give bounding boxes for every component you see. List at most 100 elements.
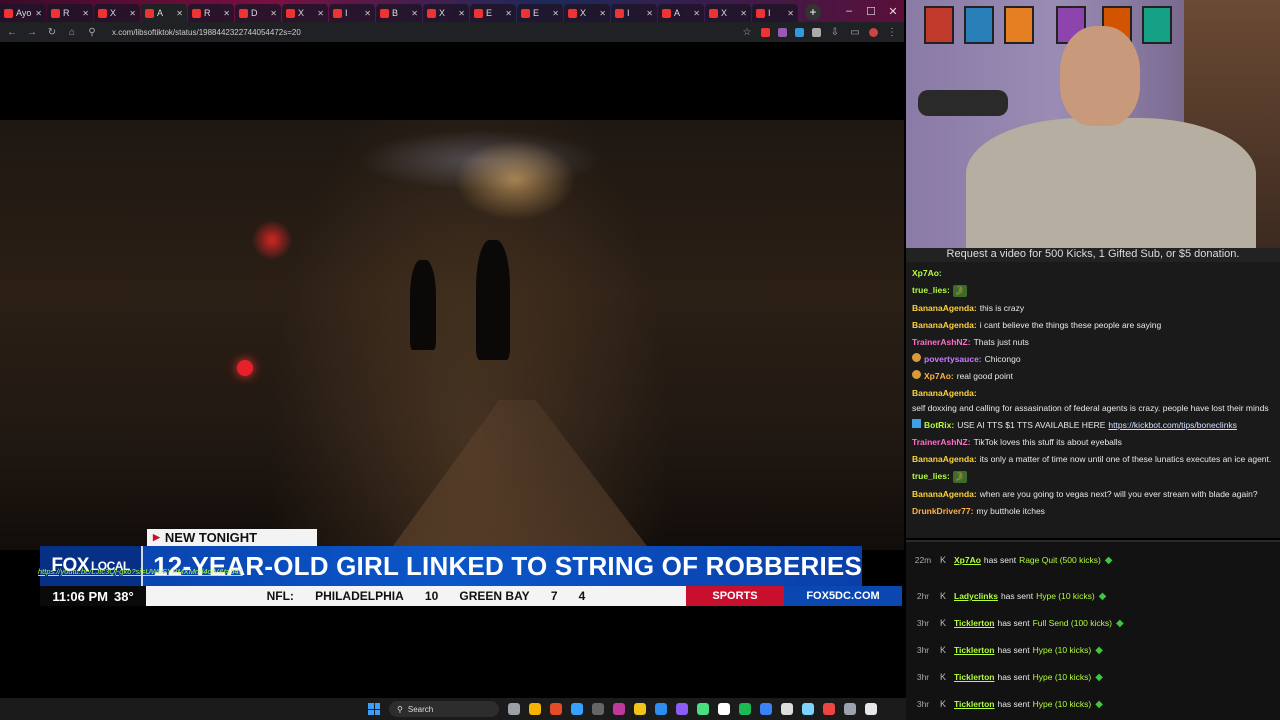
close-button[interactable]: ✕ bbox=[882, 0, 904, 22]
feed-username[interactable]: Ticklerton bbox=[954, 645, 994, 655]
browser-tab[interactable]: X ✕ bbox=[94, 4, 140, 22]
taskbar-app-icon[interactable] bbox=[529, 703, 541, 715]
extension-icon[interactable] bbox=[778, 27, 787, 37]
browser-tab[interactable]: Ayo ✕ bbox=[0, 4, 46, 22]
browser-tab[interactable]: I ✕ bbox=[752, 4, 798, 22]
chat-username[interactable]: TrainerAshNZ: bbox=[912, 336, 971, 348]
taskbar-app-icon[interactable] bbox=[844, 703, 856, 715]
chat-username[interactable]: BananaAgenda: bbox=[912, 302, 977, 314]
taskbar-app-icon[interactable] bbox=[781, 703, 793, 715]
feed-username[interactable]: Ticklerton bbox=[954, 699, 994, 709]
tab-close-icon[interactable]: ✕ bbox=[223, 9, 230, 18]
bookmark-star-icon[interactable]: ☆ bbox=[741, 27, 753, 38]
taskbar: ⚲ Search bbox=[0, 698, 906, 720]
tab-close-icon[interactable]: ✕ bbox=[35, 9, 42, 18]
browser-tab[interactable]: R ✕ bbox=[47, 4, 93, 22]
chat-username[interactable]: Xp7Ao: bbox=[912, 267, 942, 279]
url-field[interactable]: x.com/libsoftiktok/status/19884423227440… bbox=[106, 28, 733, 37]
browser-tab[interactable]: X ✕ bbox=[423, 4, 469, 22]
home-icon[interactable]: ⌂ bbox=[66, 27, 78, 38]
tab-close-icon[interactable]: ✕ bbox=[599, 9, 606, 18]
browser-tab[interactable]: A ✕ bbox=[658, 4, 704, 22]
browser-tab[interactable]: X ✕ bbox=[282, 4, 328, 22]
tab-close-icon[interactable]: ✕ bbox=[646, 9, 653, 18]
taskbar-app-icon[interactable] bbox=[592, 703, 604, 715]
browser-tab[interactable]: I ✕ bbox=[329, 4, 375, 22]
sidepanel-icon[interactable]: ▭ bbox=[849, 27, 861, 38]
tab-close-icon[interactable]: ✕ bbox=[317, 9, 324, 18]
browser-tab[interactable]: E ✕ bbox=[470, 4, 516, 22]
tab-favicon-icon bbox=[756, 8, 765, 18]
taskbar-app-icon[interactable] bbox=[613, 703, 625, 715]
chat-username[interactable]: BotRix: bbox=[924, 419, 954, 431]
menu-icon[interactable]: ⋮ bbox=[886, 27, 898, 38]
taskbar-app-icon[interactable] bbox=[571, 703, 583, 715]
taskbar-app-icon[interactable] bbox=[655, 703, 667, 715]
browser-tab[interactable]: R ✕ bbox=[188, 4, 234, 22]
tab-close-icon[interactable]: ✕ bbox=[364, 9, 371, 18]
tab-close-icon[interactable]: ✕ bbox=[787, 9, 794, 18]
tab-close-icon[interactable]: ✕ bbox=[270, 9, 277, 18]
chat-link[interactable]: https://kickbot.com/tips/boneclinks bbox=[1108, 419, 1237, 431]
taskbar-app-icon[interactable] bbox=[760, 703, 772, 715]
taskbar-app-icon[interactable] bbox=[823, 703, 835, 715]
tab-close-icon[interactable]: ✕ bbox=[552, 9, 559, 18]
chat-username[interactable]: Xp7Ao: bbox=[924, 370, 954, 382]
maximize-button[interactable]: ☐ bbox=[860, 0, 882, 22]
new-tab-button[interactable]: + bbox=[805, 4, 821, 20]
wall-poster bbox=[924, 6, 954, 44]
download-icon[interactable]: ⇩ bbox=[829, 27, 841, 38]
back-icon[interactable]: ← bbox=[6, 27, 18, 38]
tab-close-icon[interactable]: ✕ bbox=[740, 9, 747, 18]
browser-tab[interactable]: A ✕ bbox=[141, 4, 187, 22]
taskbar-app-icon[interactable] bbox=[802, 703, 814, 715]
site-info-icon[interactable]: ⚲ bbox=[86, 27, 98, 38]
taskbar-app-icon[interactable] bbox=[697, 703, 709, 715]
extension-icon[interactable] bbox=[812, 27, 821, 37]
browser-tab[interactable]: I ✕ bbox=[611, 4, 657, 22]
tab-close-icon[interactable]: ✕ bbox=[82, 9, 89, 18]
feed-username[interactable]: Ladyclinks bbox=[954, 591, 998, 601]
chat-username[interactable]: DrunkDriver77: bbox=[912, 505, 973, 517]
extension-icon[interactable] bbox=[795, 27, 804, 37]
tab-close-icon[interactable]: ✕ bbox=[129, 9, 136, 18]
sidewalk bbox=[390, 400, 650, 550]
taskbar-search[interactable]: ⚲ Search bbox=[389, 701, 499, 717]
chat-username[interactable]: BananaAgenda: bbox=[912, 453, 977, 465]
taskbar-app-icon[interactable] bbox=[550, 703, 562, 715]
chat-username[interactable]: true_lies: bbox=[912, 470, 950, 482]
chat-text: USE AI TTS $1 TTS AVAILABLE HERE bbox=[957, 420, 1106, 430]
chat-username[interactable]: povertysauce: bbox=[924, 353, 982, 365]
taskbar-app-icon[interactable] bbox=[508, 703, 520, 715]
feed-username[interactable]: Xp7Ao bbox=[954, 555, 981, 565]
taskbar-app-icon[interactable] bbox=[718, 703, 730, 715]
browser-tab[interactable]: X ✕ bbox=[705, 4, 751, 22]
taskbar-app-icon[interactable] bbox=[634, 703, 646, 715]
tab-close-icon[interactable]: ✕ bbox=[505, 9, 512, 18]
reload-icon[interactable]: ↻ bbox=[46, 27, 58, 38]
browser-tab[interactable]: X ✕ bbox=[564, 4, 610, 22]
browser-tab[interactable]: B ✕ bbox=[376, 4, 422, 22]
chat-username[interactable]: BananaAgenda: bbox=[912, 319, 977, 331]
tab-close-icon[interactable]: ✕ bbox=[458, 9, 465, 18]
chat-username[interactable]: true_lies: bbox=[912, 284, 950, 296]
taskbar-app-icon[interactable] bbox=[676, 703, 688, 715]
feed-username[interactable]: Ticklerton bbox=[954, 672, 994, 682]
chat-username[interactable]: TrainerAshNZ: bbox=[912, 436, 971, 448]
profile-avatar[interactable] bbox=[869, 27, 878, 37]
minimize-button[interactable]: – bbox=[838, 0, 860, 22]
chat-username[interactable]: BananaAgenda: bbox=[912, 488, 977, 500]
taskbar-app-icon[interactable] bbox=[865, 703, 877, 715]
chat-username[interactable]: BananaAgenda: bbox=[912, 387, 977, 399]
tab-close-icon[interactable]: ✕ bbox=[411, 9, 418, 18]
taskbar-app-icon[interactable] bbox=[739, 703, 751, 715]
forward-icon[interactable]: → bbox=[26, 27, 38, 38]
tab-close-icon[interactable]: ✕ bbox=[693, 9, 700, 18]
browser-tab[interactable]: D ✕ bbox=[235, 4, 281, 22]
extension-icon[interactable] bbox=[761, 27, 770, 37]
feed-link[interactable]: https://youtu.be/LJtc3Qj-gko?si=UWbSYRMX… bbox=[38, 567, 243, 576]
tab-close-icon[interactable]: ✕ bbox=[176, 9, 183, 18]
start-icon[interactable] bbox=[368, 703, 380, 715]
browser-tab[interactable]: E ✕ bbox=[517, 4, 563, 22]
feed-username[interactable]: Ticklerton bbox=[954, 618, 994, 628]
